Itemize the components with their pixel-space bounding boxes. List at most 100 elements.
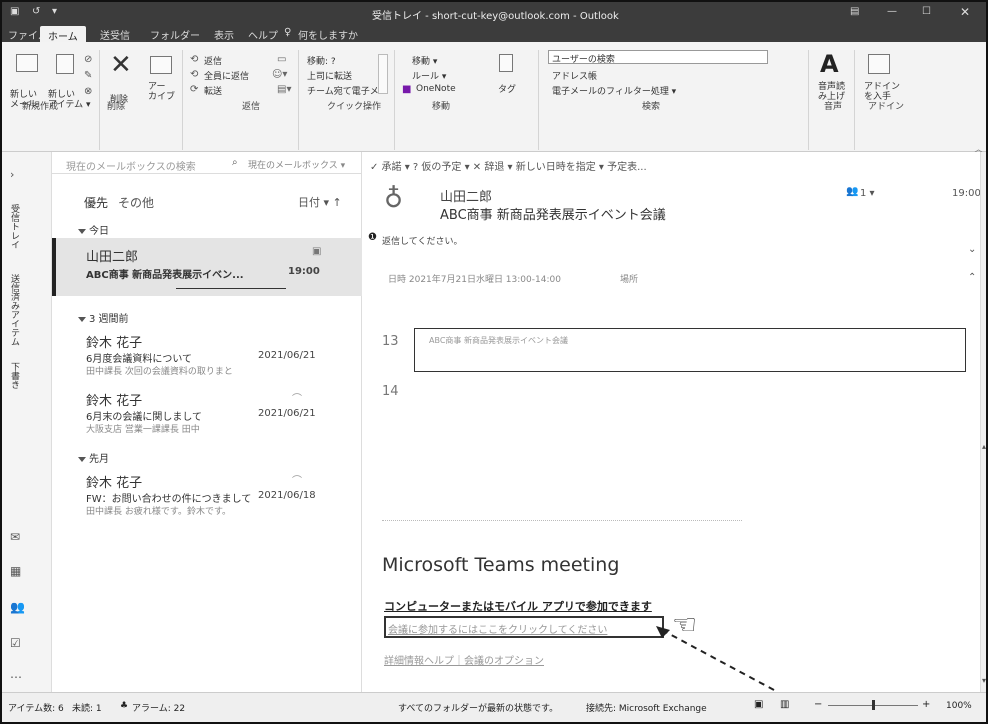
calendar-icon[interactable]: ▦ <box>10 564 21 578</box>
reading-view-icon[interactable]: ▥ <box>780 699 789 710</box>
rules-button[interactable]: ルール ▾ <box>412 69 446 82</box>
quickstep-team-email[interactable]: チーム宛て電子メ <box>307 84 379 97</box>
filter-email-button[interactable]: 電子メールのフィルター処理 ▾ <box>552 84 676 97</box>
more-respond-icon[interactable]: ▤▾ <box>277 84 291 95</box>
more-info-links[interactable]: 詳細情報ヘルプ｜会議のオプション <box>384 652 544 667</box>
tasks-icon[interactable]: ☑ <box>10 636 21 650</box>
tab-folder[interactable]: フォルダー <box>150 27 200 42</box>
group-header-last-month[interactable]: 先月 <box>78 450 109 465</box>
scroll-down-icon[interactable]: ▾ <box>982 676 986 685</box>
tell-me-box[interactable]: 何をしますか <box>298 27 358 42</box>
save-icon[interactable]: ▣ <box>10 6 19 17</box>
nav-inbox[interactable]: 受信トレイ <box>8 204 21 249</box>
meeting-icon[interactable]: ▭ <box>277 54 286 65</box>
status-bar: アイテム数: 6 未読: 1 ♣ アラーム: 22 すべてのフォルダーが最新の状… <box>2 692 986 722</box>
undo-icon[interactable]: ↺ <box>32 6 40 17</box>
teams-title: Microsoft Teams meeting <box>382 554 620 576</box>
ribbon-tabs: ファイル ホーム 送受信 フォルダー 表示 ヘルプ ♀ 何をしますか <box>2 24 986 43</box>
group-header-today[interactable]: 今日 <box>78 222 109 237</box>
search-scope-dropdown[interactable]: 現在のメールボックス ▾ <box>248 158 345 171</box>
cleanup-icon[interactable]: ✎ <box>84 70 92 81</box>
preview: 田中課長 次回の会議資料の取りまと <box>86 367 233 377</box>
tab-home[interactable]: ホーム <box>40 26 86 43</box>
maximize-icon[interactable]: ☐ <box>922 6 931 17</box>
get-addins-icon[interactable] <box>868 54 890 74</box>
reply-button[interactable]: 返信 <box>204 54 222 67</box>
join-meeting-link[interactable]: 会議に参加するにはここをクリックしてください <box>388 621 607 636</box>
tab-view[interactable]: 表示 <box>214 27 234 42</box>
nav-sent[interactable]: 送信済みアイテム <box>8 274 21 346</box>
more-apps-icon[interactable]: ⋯ <box>10 670 22 684</box>
archive-button[interactable]: アー カイブ <box>148 82 175 102</box>
group-label: 先月 <box>89 454 109 465</box>
junk-icon[interactable]: ⊗ <box>84 86 92 97</box>
zoom-out-icon[interactable]: − <box>814 699 822 710</box>
group-move: 移動 <box>432 102 451 112</box>
normal-view-icon[interactable]: ▣ <box>754 699 763 710</box>
address-book-button[interactable]: アドレス帳 <box>552 69 597 82</box>
unread-count: 未読: 1 <box>72 704 102 714</box>
minimize-icon[interactable]: — <box>887 6 897 17</box>
mail-icon[interactable]: ✉ <box>10 530 20 544</box>
im-icon[interactable]: ☺▾ <box>272 69 287 80</box>
group-speech: 音声 <box>824 102 843 112</box>
onenote-button[interactable]: OneNote <box>416 84 456 94</box>
tab-send-receive[interactable]: 送受信 <box>100 27 130 42</box>
expand-folder-icon[interactable]: › <box>10 168 14 181</box>
attendees-icon[interactable]: 👥 <box>846 186 858 197</box>
message-subject: ABC商事 新商品発表展示イベント会議 <box>440 208 666 223</box>
sort-dropdown[interactable]: 日付 ▾ ↑ <box>298 194 342 210</box>
people-icon[interactable]: 👥 <box>10 600 25 614</box>
nav-drafts[interactable]: 下書き <box>8 362 21 389</box>
delete-icon[interactable]: ✕ <box>110 50 132 80</box>
read-aloud-icon[interactable]: A <box>820 50 839 78</box>
quickstep-move[interactable]: 移動: ? <box>307 54 336 67</box>
tags-button[interactable]: タグ <box>498 82 516 95</box>
chevron-up-icon[interactable]: ⌃ <box>968 272 976 283</box>
list-item[interactable]: 鈴木 花子 6月度会議資料について 2021/06/21 田中課長 次回の会議資… <box>52 326 362 382</box>
list-item[interactable]: 鈴木 花子 FW：お問い合わせの件につきまして 2021/06/18 ⌒ 田中課… <box>52 466 362 522</box>
zoom-level[interactable]: 100% <box>946 701 972 711</box>
forward-icon: ⟳ <box>190 84 199 95</box>
divider <box>394 50 395 150</box>
date: 2021/06/21 <box>258 350 316 361</box>
close-icon[interactable]: ✕ <box>960 5 970 19</box>
subject: 6月末の会議に関しまして <box>86 412 203 423</box>
attendee-count[interactable]: 1 ▾ <box>860 188 875 199</box>
date: 2021/06/18 <box>258 490 316 501</box>
quickstep-to-manager[interactable]: 上司に転送 <box>307 69 352 82</box>
divider <box>538 50 539 150</box>
join-link-box[interactable]: 会議に参加するにはここをクリックしてください <box>384 616 664 638</box>
quick-access-icon[interactable]: ▾ <box>52 6 57 17</box>
subject: 6月度会議資料について <box>86 354 193 365</box>
new-mail-icon[interactable] <box>16 54 38 72</box>
zoom-slider-thumb[interactable] <box>872 700 875 710</box>
search-input[interactable]: 現在のメールボックスの検索 <box>66 158 196 173</box>
ignore-icon[interactable]: ⊘ <box>84 54 92 65</box>
forward-button[interactable]: 転送 <box>204 84 222 97</box>
list-item[interactable]: 鈴木 花子 6月末の会議に関しまして 2021/06/21 ⌒ 大阪支店 営業一… <box>52 384 362 440</box>
sender-name: 鈴木 花子 <box>86 476 143 491</box>
annotation-arrow <box>656 626 775 691</box>
reply-all-button[interactable]: 全員に返信 <box>204 69 249 82</box>
alarm-count[interactable]: アラーム: 22 <box>132 701 185 714</box>
list-item[interactable]: 山田二郎 ABC商事 新商品発表展示イベン... 19:00 ▣ <box>52 238 362 296</box>
archive-icon[interactable] <box>150 56 172 74</box>
group-quick-steps: クイック操作 <box>327 102 382 112</box>
focused-tab[interactable]: 優先 <box>84 194 108 211</box>
scroll-up-icon[interactable]: ▴ <box>982 442 986 451</box>
move-button[interactable]: 移動 ▾ <box>412 54 437 67</box>
other-tab[interactable]: その他 <box>118 194 154 211</box>
tags-icon[interactable] <box>499 54 513 72</box>
search-icon[interactable]: ⌕ <box>232 157 238 168</box>
zoom-in-icon[interactable]: + <box>922 699 930 710</box>
chevron-down-icon[interactable]: ⌄ <box>968 244 976 255</box>
group-header-3weeks[interactable]: 3 週間前 <box>78 310 129 325</box>
reading-scrollbar[interactable]: ▴ ▾ <box>980 152 986 692</box>
new-items-icon[interactable] <box>56 54 74 74</box>
meeting-response-actions[interactable]: ✓ 承諾 ▾ ? 仮の予定 ▾ ✕ 辞退 ▾ 新しい日時を指定 ▾ 予定表... <box>370 158 647 173</box>
tab-help[interactable]: ヘルプ <box>248 27 278 42</box>
attachment-icon: ⌒ <box>292 476 302 487</box>
quickstep-scroll[interactable] <box>378 54 388 94</box>
ribbon-display-icon[interactable]: ▤ <box>850 6 859 17</box>
